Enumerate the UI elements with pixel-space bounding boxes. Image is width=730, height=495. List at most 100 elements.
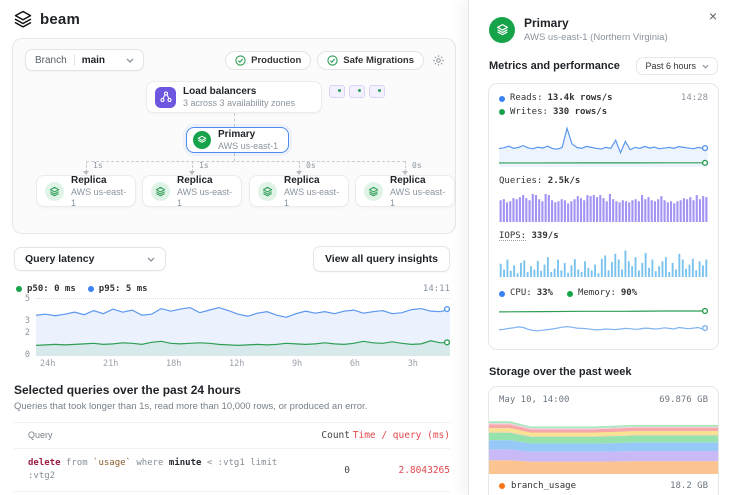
storage-heading-row: Storage over the past week bbox=[469, 350, 730, 384]
node-title: Replica bbox=[390, 174, 446, 187]
app-root: beam Branch main Production Safe Migrati… bbox=[0, 0, 730, 495]
p50-dot bbox=[16, 286, 22, 292]
iops-value: 339/s bbox=[532, 231, 559, 241]
time-range-selector[interactable]: Past 6 hours bbox=[636, 57, 718, 75]
p95-dot bbox=[88, 286, 94, 292]
metric-selector-value: Query latency bbox=[25, 253, 94, 265]
branch-usage-value: 18.2 GB bbox=[670, 481, 708, 491]
node-subtitle: 3 across 3 availability zones bbox=[183, 98, 295, 109]
latency-legend: p50: 0 ms p95: 5 ms 14:11 bbox=[16, 284, 450, 294]
p50-legend-item: p50: 0 ms bbox=[16, 284, 76, 294]
replica-node-4[interactable]: Replica AWS us-east-1 bbox=[355, 175, 455, 207]
storage-legend-branch-usage[interactable]: branch_usage 18.2 GB bbox=[499, 481, 708, 491]
latency-x-axis: 24h21h18h12h9h6h3h bbox=[40, 359, 418, 369]
app-header: beam bbox=[0, 0, 468, 36]
load-balancers-node[interactable]: Load balancers 3 across 3 availability z… bbox=[146, 81, 322, 113]
availability-zone-indicators bbox=[329, 85, 385, 98]
branch-selector[interactable]: Branch main bbox=[25, 49, 144, 71]
reads-label: Reads: bbox=[510, 92, 543, 106]
safe-migrations-badge[interactable]: Safe Migrations bbox=[317, 51, 424, 70]
connector-trunk bbox=[86, 161, 405, 162]
sql-token: where bbox=[131, 458, 169, 468]
replica-database-icon bbox=[45, 182, 64, 201]
storage-heading: Storage over the past week bbox=[489, 366, 718, 378]
writes-dot bbox=[499, 109, 505, 115]
primary-details-panel: × Primary AWS us-east-1 (Northern Virgin… bbox=[468, 0, 730, 495]
storage-chart-canvas bbox=[489, 412, 718, 474]
x-tick-label: 24h bbox=[40, 359, 55, 369]
memory-label: Memory: bbox=[578, 287, 616, 301]
replica-database-icon bbox=[151, 182, 170, 201]
p50-legend-label: p50: 0 ms bbox=[27, 284, 76, 294]
storage-card-header: May 10, 14:00 69.876 GB bbox=[499, 395, 708, 405]
connector-lb-primary bbox=[234, 113, 235, 127]
sql-token: from bbox=[61, 458, 94, 468]
sql-token: delete bbox=[28, 458, 61, 468]
settings-gear-icon[interactable] bbox=[432, 54, 445, 67]
replica-lag-label: 1s bbox=[199, 161, 209, 170]
metrics-card: Reads: 13.4k rows/s 14:28 Writes: 330 ro… bbox=[488, 83, 719, 350]
y-tick-label: 0 bbox=[25, 350, 30, 360]
branch-value: main bbox=[82, 55, 105, 66]
x-tick-label: 6h bbox=[350, 359, 360, 369]
query-count: 0 bbox=[295, 465, 350, 476]
latency-toolbar: Query latency View all query insights bbox=[14, 246, 450, 272]
az-box bbox=[369, 85, 385, 98]
divider bbox=[74, 54, 75, 66]
selected-queries-section: Selected queries over the past 24 hours … bbox=[14, 383, 450, 495]
storage-timestamp: May 10, 14:00 bbox=[499, 395, 569, 405]
reads-value: 13.4k rows/s bbox=[548, 92, 613, 106]
check-circle-icon bbox=[235, 55, 246, 66]
metrics-heading: Metrics and performance bbox=[489, 60, 636, 72]
col-query: Query bbox=[28, 429, 295, 442]
latency-chart: 5320 bbox=[14, 298, 450, 356]
sql-token: `usage` bbox=[93, 458, 131, 468]
memory-value: 90% bbox=[621, 287, 637, 301]
query-row[interactable]: delete from `usage` where minute < :vtg1… bbox=[14, 449, 450, 492]
app-title: beam bbox=[40, 11, 80, 28]
node-title: Load balancers bbox=[183, 85, 295, 98]
x-tick-label: 3h bbox=[408, 359, 418, 369]
x-tick-label: 12h bbox=[229, 359, 244, 369]
connector-primary-trunk bbox=[234, 153, 235, 161]
production-badge[interactable]: Production bbox=[225, 51, 311, 70]
panel-subtitle: AWS us-east-1 (Northern Virginia) bbox=[524, 32, 668, 43]
x-tick-label: 9h bbox=[292, 359, 302, 369]
diagram-toolbar: Branch main Production Safe Migrations bbox=[25, 49, 445, 71]
storage-total: 69.876 GB bbox=[659, 395, 708, 405]
chevron-down-icon bbox=[702, 64, 709, 69]
reads-dot bbox=[499, 96, 505, 102]
replica-node-2[interactable]: Replica AWS us-east-1 bbox=[142, 175, 242, 207]
node-subtitle: AWS us-east-1 bbox=[218, 141, 278, 152]
reads-writes-chart-canvas bbox=[499, 123, 708, 167]
main-panel: beam Branch main Production Safe Migrati… bbox=[0, 0, 468, 495]
queries-table: Query Count Time / query (ms) delete fro… bbox=[14, 422, 450, 495]
chevron-down-icon bbox=[126, 58, 134, 63]
database-diagram-card: Branch main Production Safe Migrations bbox=[12, 38, 456, 234]
az-box bbox=[349, 85, 365, 98]
node-subtitle: AWS us-east-1 bbox=[71, 187, 127, 209]
y-tick-label: 2 bbox=[25, 328, 30, 338]
writes-label: Writes: bbox=[510, 106, 548, 120]
close-icon[interactable]: × bbox=[706, 6, 720, 26]
primary-database-icon bbox=[489, 17, 515, 43]
panel-header: Primary AWS us-east-1 (Northern Virginia… bbox=[469, 0, 730, 43]
replica-node-1[interactable]: Replica AWS us-east-1 bbox=[36, 175, 136, 207]
beam-logo-icon bbox=[14, 10, 32, 28]
primary-node[interactable]: Primary AWS us-east-1 bbox=[186, 127, 289, 153]
col-time: Time / query (ms) bbox=[350, 430, 450, 441]
replica-lag-label: 0s bbox=[412, 161, 422, 170]
replica-node-3[interactable]: Replica AWS us-east-1 bbox=[249, 175, 349, 207]
x-tick-label: 18h bbox=[166, 359, 181, 369]
metrics-heading-row: Metrics and performance Past 6 hours bbox=[469, 43, 730, 81]
iops-bars-canvas bbox=[499, 246, 708, 277]
memory-dot bbox=[567, 291, 573, 297]
view-all-query-insights-button[interactable]: View all query insights bbox=[313, 246, 450, 272]
iops-label-row: IOPS: 339/s bbox=[499, 231, 708, 241]
query-time: 2.8043265 bbox=[350, 465, 450, 476]
node-title: Primary bbox=[218, 128, 278, 141]
metric-selector[interactable]: Query latency bbox=[14, 247, 166, 271]
queries-rate-value: 2.5k/s bbox=[548, 176, 581, 186]
p95-legend-label: p95: 5 ms bbox=[99, 284, 148, 294]
replica-database-icon bbox=[258, 182, 277, 201]
